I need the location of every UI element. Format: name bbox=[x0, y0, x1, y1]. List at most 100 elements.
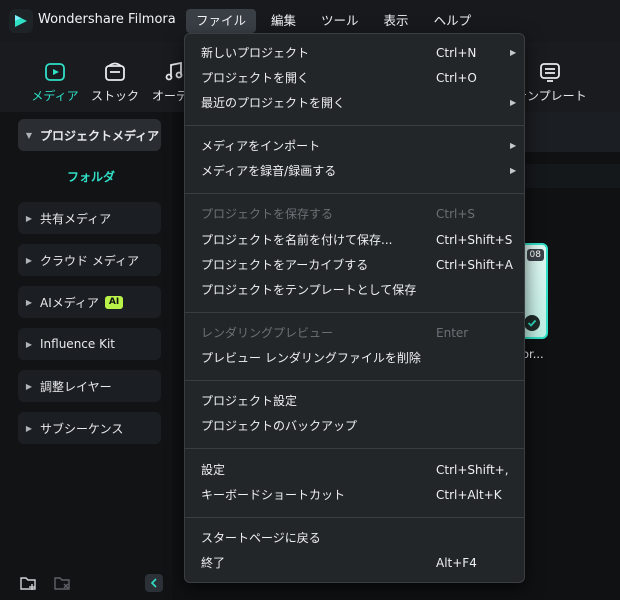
menu-item-label: キーボードショートカット bbox=[201, 488, 346, 502]
thumbnail-duration: 08 bbox=[526, 249, 544, 261]
menu-file[interactable]: ファイル bbox=[186, 9, 257, 33]
submenu-arrow-icon: ▶ bbox=[510, 166, 517, 175]
chevron-down-icon: ▼ bbox=[25, 130, 33, 140]
menu-item-recent-projects[interactable]: 最近のプロジェクトを開く ▶ bbox=[201, 92, 516, 114]
menu-item-start-page[interactable]: スタートページに戻る bbox=[201, 527, 511, 549]
thumbnail-label: or... bbox=[522, 347, 544, 361]
menu-separator bbox=[185, 380, 524, 381]
sidebar-item-label: Influence Kit bbox=[40, 337, 115, 351]
app-title: Wondershare Filmora bbox=[38, 12, 176, 27]
menu-item-project-backup[interactable]: プロジェクトのバックアップ bbox=[201, 415, 511, 437]
menu-item-shortcut: Ctrl+Alt+K bbox=[436, 488, 502, 502]
sidebar-item-project-media[interactable]: ▼ プロジェクトメディア bbox=[18, 119, 161, 151]
chevron-right-icon: ▶ bbox=[25, 297, 33, 307]
menu-item-save-as[interactable]: プロジェクトを名前を付けて保存... Ctrl+Shift+S bbox=[201, 229, 513, 251]
menu-bar: ファイル 編集 ツール 表示 ヘルプ bbox=[186, 9, 486, 33]
menu-item-label: プロジェクトをアーカイブする bbox=[201, 258, 369, 272]
menu-item-shortcut: Ctrl+N bbox=[436, 46, 477, 60]
menu-item-label: プロジェクトのバックアップ bbox=[201, 419, 358, 433]
menu-item-shortcut: Ctrl+S bbox=[436, 207, 476, 221]
menu-separator bbox=[185, 312, 524, 313]
submenu-arrow-icon: ▶ bbox=[510, 48, 517, 57]
tab-media[interactable]: メディア bbox=[25, 60, 85, 104]
menu-item-shortcut: Ctrl+Shift+S bbox=[436, 233, 513, 247]
template-icon bbox=[515, 60, 585, 84]
menu-item-label: プロジェクトを保存する bbox=[201, 207, 334, 221]
menu-help[interactable]: ヘルプ bbox=[424, 9, 482, 33]
sidebar-item-label: サブシーケンス bbox=[40, 421, 124, 436]
tab-media-label: メディア bbox=[31, 89, 79, 103]
check-icon bbox=[524, 315, 540, 331]
menu-item-label: メディアを録音/録画する bbox=[201, 164, 337, 178]
menu-edit[interactable]: 編集 bbox=[261, 9, 306, 33]
ai-badge: AI bbox=[104, 295, 124, 309]
sidebar-item-label: クラウド メディア bbox=[40, 253, 139, 268]
media-icon bbox=[25, 60, 85, 84]
menu-item-open-project[interactable]: プロジェクトを開く Ctrl+O bbox=[201, 67, 511, 89]
sidebar-item-adjustment-layer[interactable]: ▶ 調整レイヤー bbox=[18, 370, 161, 402]
tab-stock-label: ストック bbox=[90, 89, 139, 103]
sidebar-footer bbox=[0, 568, 172, 600]
sidebar-item-label: 調整レイヤー bbox=[40, 379, 112, 394]
collapse-sidebar-icon[interactable] bbox=[145, 574, 163, 592]
media-toolbar-strip bbox=[525, 112, 620, 152]
sidebar-item-influence-kit[interactable]: ▶ Influence Kit bbox=[18, 328, 161, 360]
menu-item-shortcut: Ctrl+O bbox=[436, 71, 477, 85]
menu-item-new-project[interactable]: 新しいプロジェクト Ctrl+N ▶ bbox=[201, 42, 516, 64]
menu-tools[interactable]: ツール bbox=[311, 9, 369, 33]
menu-item-record-media[interactable]: メディアを録音/録画する ▶ bbox=[201, 160, 516, 182]
menu-separator bbox=[185, 125, 524, 126]
tab-audio-label: オーディ bbox=[152, 89, 185, 103]
menu-view[interactable]: 表示 bbox=[374, 9, 419, 33]
menu-item-label: プロジェクトを名前を付けて保存... bbox=[201, 233, 393, 247]
delete-folder-icon[interactable] bbox=[54, 575, 72, 594]
sidebar-item-ai-media[interactable]: ▶ AIメディア AI bbox=[18, 286, 161, 318]
menu-item-save-as-template[interactable]: プロジェクトをテンプレートとして保存 bbox=[201, 279, 511, 301]
sidebar-item-subsequence[interactable]: ▶ サブシーケンス bbox=[18, 412, 161, 444]
sidebar-item-label: 共有メディア bbox=[40, 211, 112, 226]
stock-icon bbox=[85, 60, 145, 84]
menu-item-save-project[interactable]: プロジェクトを保存する Ctrl+S bbox=[201, 203, 511, 225]
menu-separator bbox=[185, 448, 524, 449]
sidebar-item-shared-media[interactable]: ▶ 共有メディア bbox=[18, 202, 161, 234]
menu-item-shortcut: Ctrl+Shift+A bbox=[436, 258, 513, 272]
menu-item-label: 新しいプロジェクト bbox=[201, 46, 310, 60]
menu-item-project-settings[interactable]: プロジェクト設定 bbox=[201, 390, 511, 412]
menu-item-label: 設定 bbox=[201, 463, 226, 477]
submenu-arrow-icon: ▶ bbox=[510, 141, 517, 150]
submenu-arrow-icon: ▶ bbox=[510, 98, 517, 107]
menu-item-label: 終了 bbox=[201, 556, 226, 570]
menu-item-label: メディアをインポート bbox=[201, 139, 321, 153]
menu-item-shortcut: Enter bbox=[436, 326, 469, 340]
menu-item-label: 最近のプロジェクトを開く bbox=[201, 96, 346, 110]
menu-item-keyboard-shortcuts[interactable]: キーボードショートカット Ctrl+Alt+K bbox=[201, 484, 511, 506]
audio-icon bbox=[145, 60, 185, 84]
file-menu-dropdown: 新しいプロジェクト Ctrl+N ▶ プロジェクトを開く Ctrl+O 最近のプ… bbox=[184, 33, 525, 583]
tab-stock[interactable]: ストック bbox=[85, 60, 145, 104]
sidebar-item-cloud-media[interactable]: ▶ クラウド メディア bbox=[18, 244, 161, 276]
menu-item-settings[interactable]: 設定 Ctrl+Shift+, bbox=[201, 459, 511, 481]
sidebar-item-label: プロジェクトメディア bbox=[40, 128, 160, 143]
new-folder-icon[interactable] bbox=[20, 575, 38, 594]
menu-item-label: プロジェクトを開く bbox=[201, 71, 310, 85]
menu-item-shortcut: Ctrl+Shift+, bbox=[436, 463, 509, 477]
sidebar-folder[interactable]: フォルダ bbox=[67, 168, 115, 185]
tab-template[interactable]: テンプレート bbox=[515, 60, 587, 104]
chevron-right-icon: ▶ bbox=[25, 255, 33, 265]
menu-item-delete-render-files[interactable]: プレビュー レンダリングファイルを削除 bbox=[201, 347, 511, 369]
menu-item-label: プレビュー レンダリングファイルを削除 bbox=[201, 351, 421, 365]
menu-separator bbox=[185, 193, 524, 194]
menu-item-label: プロジェクトをテンプレートとして保存 bbox=[201, 283, 417, 297]
filmora-logo-icon bbox=[9, 9, 33, 33]
menu-item-label: レンダリングプレビュー bbox=[201, 326, 334, 340]
menu-item-exit[interactable]: 終了 Alt+F4 bbox=[201, 552, 511, 574]
tab-audio[interactable]: オーディ bbox=[145, 60, 185, 104]
menu-item-shortcut: Alt+F4 bbox=[436, 556, 477, 570]
tab-template-label: テンプレート bbox=[515, 89, 587, 103]
menu-item-render-preview[interactable]: レンダリングプレビュー Enter bbox=[201, 322, 511, 344]
menu-item-import-media[interactable]: メディアをインポート ▶ bbox=[201, 135, 516, 157]
menu-item-archive-project[interactable]: プロジェクトをアーカイブする Ctrl+Shift+A bbox=[201, 254, 513, 276]
menu-item-label: プロジェクト設定 bbox=[201, 394, 298, 408]
menu-item-label: スタートページに戻る bbox=[201, 531, 321, 545]
chevron-right-icon: ▶ bbox=[25, 339, 33, 349]
